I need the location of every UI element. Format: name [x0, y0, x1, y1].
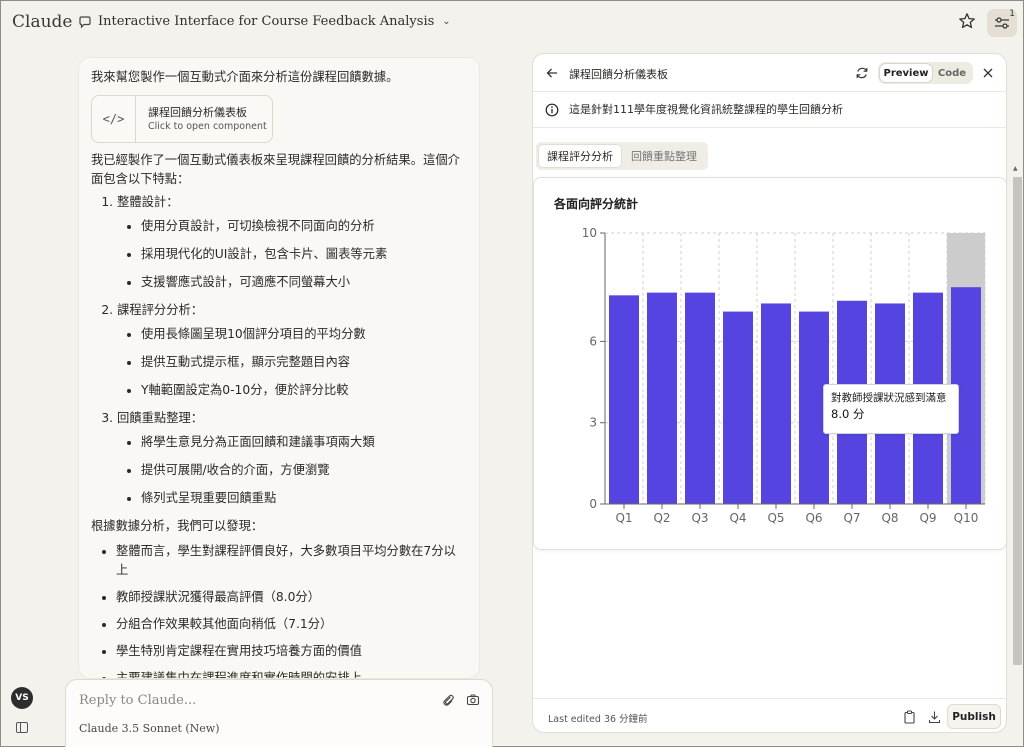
list-item: 整體而言，學生對課程評價良好，大多數項目平均分數在7分以上: [116, 542, 467, 580]
bar-chart: 0 3 6 10 Q1 Q2 Q3 Q4 Q5 Q6 Q7 Q8 Q9 Q10: [582, 226, 986, 525]
arrow-left-icon[interactable]: [545, 66, 559, 80]
info-icon: [545, 103, 559, 117]
list-item: 整體設計： 使用分頁設計，可切換檢視不同面向的分析 採用現代化的UI設計，包含卡…: [117, 193, 467, 292]
dashboard-tabs: 課程評分分析 回饋重點整理: [536, 142, 708, 170]
message-intro: 我來幫您製作一個互動式介面來分析這份課程回饋數據。: [91, 70, 399, 84]
sidebar-toggle-icon[interactable]: [16, 722, 28, 733]
x-tick-label: Q1: [615, 511, 632, 525]
settings-badge: 1: [1009, 9, 1015, 19]
list-item: Y軸範圍設定為0-10分，便於評分比較: [141, 381, 467, 400]
settings-button[interactable]: 1: [987, 9, 1017, 37]
bar-q1: [609, 295, 639, 504]
y-tick-label: 6: [589, 334, 597, 348]
code-icon: </>: [92, 96, 136, 142]
assistant-message: 我來幫您製作一個互動式介面來分析這份課程回饋數據。 </> 課程回饋分析儀表板 …: [79, 58, 479, 678]
list-item: 教師授課狀況獲得最高評價（8.0分）: [116, 588, 467, 607]
scroll-up-arrow[interactable]: ▲: [1013, 165, 1018, 172]
model-selector[interactable]: Claude 3.5 Sonnet (New): [79, 722, 220, 735]
artifact-title: 課程回饋分析儀表板: [569, 68, 668, 81]
feature-list: 整體設計： 使用分頁設計，可切換檢視不同面向的分析 採用現代化的UI設計，包含卡…: [117, 193, 467, 508]
reply-input-box[interactable]: Reply to Claude... Claude 3.5 Sonnet (Ne…: [65, 679, 493, 747]
findings-intro: 根據數據分析，我們可以發現：: [91, 519, 264, 533]
artifact-card-subtitle: Click to open component: [148, 120, 267, 132]
clipboard-icon[interactable]: [903, 710, 916, 724]
x-tick-label: Q9: [919, 511, 936, 525]
x-tick-label: Q8: [881, 511, 898, 525]
chat-title-text: Interactive Interface for Course Feedbac…: [98, 14, 435, 29]
y-tick-label: 10: [582, 226, 597, 240]
chart-tooltip: 對教師授課狀況感到滿意 8.0 分: [823, 384, 959, 434]
findings-list: 整體而言，學生對課程評價良好，大多數項目平均分數在7分以上 教師授課狀況獲得最高…: [116, 542, 467, 678]
list-item: 提供可展開/收合的介面，方便瀏覽: [141, 461, 467, 480]
avatar[interactable]: VS: [11, 687, 33, 709]
list-item: 使用分頁設計，可切換檢視不同面向的分析: [141, 217, 467, 236]
sliders-icon: [995, 17, 1009, 29]
list-item: 支援響應式設計，可適應不同螢幕大小: [141, 273, 467, 292]
close-icon[interactable]: [981, 66, 995, 80]
refresh-icon[interactable]: [855, 66, 869, 80]
paperclip-icon[interactable]: [441, 693, 455, 707]
y-tick-label: 0: [589, 497, 597, 511]
artifact-header: 課程回饋分析儀表板 Preview Code: [533, 54, 1006, 92]
list-item: 採用現代化的UI設計，包含卡片、圖表等元素: [141, 245, 467, 264]
chevron-down-icon: ⌄: [442, 16, 451, 27]
code-tab[interactable]: Code: [934, 64, 970, 82]
scrollbar[interactable]: ▲: [1011, 53, 1023, 733]
chart-card: 各面向評分統計 0 3 6 10 Q1 Q2 Q3 Q4 Q5 Q6 Q7 Q8 Q9 Q10 對教師授課…: [533, 177, 1006, 550]
x-tick-label: Q10: [954, 511, 979, 525]
artifact-card-title: 課程回饋分析儀表板: [148, 105, 247, 119]
brand-logo[interactable]: Claude: [12, 12, 72, 32]
list-item: 條列式呈現重要回饋重點: [141, 489, 467, 508]
artifact-card[interactable]: </> 課程回饋分析儀表板 Click to open component: [91, 95, 273, 143]
chat-bubble-icon: [79, 15, 91, 28]
x-tick-label: Q2: [653, 511, 670, 525]
list-item: 將學生意見分為正面回饋和建議事項兩大類: [141, 433, 467, 452]
publish-button[interactable]: Publish: [947, 704, 1001, 729]
artifact-panel: 課程回饋分析儀表板 Preview Code 這是針對111學年度視覺化資訊統整…: [532, 53, 1007, 733]
tooltip-label: 對教師授課狀況感到滿意: [831, 392, 947, 404]
list-item: 提供互動式提示框，顯示完整題目內容: [141, 353, 467, 372]
list-item: 主要建議集中在課程進度和實作時間的安排上: [116, 669, 467, 678]
chat-title-button[interactable]: Interactive Interface for Course Feedbac…: [78, 14, 451, 29]
reply-input[interactable]: Reply to Claude...: [79, 693, 196, 708]
info-alert: 這是針對111學年度視覺化資訊統整課程的學生回饋分析: [533, 92, 1006, 128]
preview-tab[interactable]: Preview: [880, 64, 932, 82]
list-item: 課程評分分析： 使用長條圖呈現10個評分項目的平均分數 提供互動式提示框，顯示完…: [117, 301, 467, 400]
bar-q5: [761, 303, 791, 504]
message-summary: 我已經製作了一個互動式儀表板來呈現課程回饋的分析結果。這個介面包含以下特點：: [91, 153, 460, 186]
top-bar: Claude Interactive Interface for Course …: [1, 1, 1024, 47]
camera-icon[interactable]: [466, 693, 480, 707]
tab-ratings[interactable]: 課程評分分析: [539, 145, 621, 167]
x-tick-label: Q3: [691, 511, 708, 525]
last-edited-text: Last edited 36 分鐘前: [548, 714, 648, 725]
artifact-footer: Last edited 36 分鐘前 Publish: [533, 698, 1006, 732]
list-item: 回饋重點整理： 將學生意見分為正面回饋和建議事項兩大類 提供可展開/收合的介面，…: [117, 409, 467, 508]
list-item: 學生特別肯定課程在實用技巧培養方面的價值: [116, 642, 467, 661]
bar-q4: [723, 311, 753, 504]
scrollbar-thumb[interactable]: [1013, 177, 1022, 665]
bar-q2: [647, 292, 677, 504]
x-tick-label: Q4: [729, 511, 746, 525]
star-icon[interactable]: [958, 12, 976, 30]
preview-code-toggle: Preview Code: [878, 62, 973, 84]
download-icon[interactable]: [928, 710, 941, 724]
x-tick-label: Q5: [767, 511, 784, 525]
list-item: 使用長條圖呈現10個評分項目的平均分數: [141, 325, 467, 344]
bar-q3: [685, 292, 715, 504]
tooltip-value: 8.0 分: [831, 407, 865, 421]
y-tick-label: 3: [589, 416, 597, 430]
x-tick-label: Q6: [805, 511, 822, 525]
chat-message-panel: 我來幫您製作一個互動式介面來分析這份課程回饋數據。 </> 課程回饋分析儀表板 …: [78, 57, 480, 679]
tab-feedback[interactable]: 回饋重點整理: [623, 145, 705, 167]
list-item: 分組合作效果較其他面向稍低（7.1分）: [116, 615, 467, 634]
x-tick-label: Q7: [843, 511, 860, 525]
info-text: 這是針對111學年度視覺化資訊統整課程的學生回饋分析: [569, 103, 843, 116]
